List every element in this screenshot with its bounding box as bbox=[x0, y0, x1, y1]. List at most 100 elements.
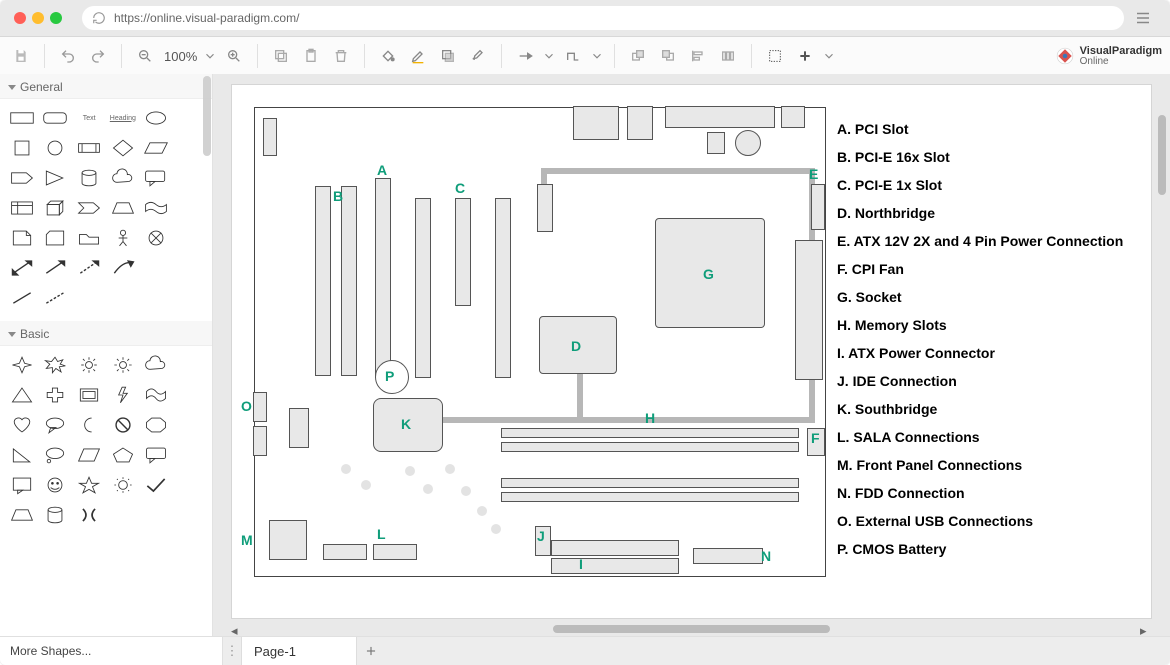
shape-blank18[interactable] bbox=[141, 502, 173, 528]
shape-right-tri[interactable] bbox=[6, 442, 38, 468]
shape-blank13[interactable] bbox=[174, 382, 206, 408]
zoom-out-button[interactable] bbox=[132, 43, 158, 69]
waypoint-button[interactable] bbox=[560, 43, 586, 69]
shape-octagon[interactable] bbox=[141, 412, 173, 438]
add-dropdown[interactable] bbox=[822, 43, 836, 69]
page-tab-1[interactable]: Page-1 bbox=[242, 637, 357, 665]
comp-top-circle[interactable] bbox=[735, 130, 761, 156]
shape-trapezoid[interactable] bbox=[107, 195, 139, 221]
shape-flow[interactable] bbox=[141, 382, 173, 408]
shape-text[interactable]: Text bbox=[73, 105, 105, 131]
stroke-button[interactable] bbox=[405, 43, 431, 69]
category-general[interactable]: General bbox=[0, 74, 212, 99]
motherboard-outline[interactable]: A B C D E F G H I J K L M N O bbox=[254, 107, 826, 577]
style-button[interactable] bbox=[465, 43, 491, 69]
shadow-button[interactable] bbox=[435, 43, 461, 69]
shape-folder[interactable] bbox=[73, 225, 105, 251]
shape-triangle[interactable] bbox=[40, 165, 72, 191]
sala-2[interactable] bbox=[373, 544, 417, 560]
shape-smiley[interactable] bbox=[40, 472, 72, 498]
select-button[interactable] bbox=[762, 43, 788, 69]
slot-3[interactable] bbox=[375, 178, 391, 378]
shape-card[interactable] bbox=[40, 225, 72, 251]
shape-blank16[interactable] bbox=[174, 472, 206, 498]
shape-diamond[interactable] bbox=[107, 135, 139, 161]
v-scrollbar-thumb[interactable] bbox=[1158, 115, 1166, 195]
fdd[interactable] bbox=[693, 548, 763, 564]
shape-burst[interactable] bbox=[40, 352, 72, 378]
shape-blank5[interactable] bbox=[174, 225, 206, 251]
save-button[interactable] bbox=[8, 43, 34, 69]
tab-drag-handle[interactable]: ⋮ bbox=[223, 637, 242, 665]
shape-callout[interactable] bbox=[141, 165, 173, 191]
shape-blank11[interactable] bbox=[174, 285, 206, 311]
shape-pentagon[interactable] bbox=[107, 442, 139, 468]
shape-blank7[interactable] bbox=[174, 255, 206, 281]
mem-2[interactable] bbox=[501, 442, 799, 452]
shape-cloud2[interactable] bbox=[141, 352, 173, 378]
shape-no[interactable] bbox=[107, 412, 139, 438]
delete-button[interactable] bbox=[328, 43, 354, 69]
shape-heading[interactable]: Heading bbox=[107, 105, 139, 131]
horizontal-scrollbar[interactable]: ◂ ▸ bbox=[231, 623, 1152, 635]
front-button[interactable] bbox=[625, 43, 651, 69]
comp-top-4[interactable] bbox=[781, 106, 805, 128]
shape-cylinder[interactable] bbox=[73, 165, 105, 191]
shape-trap2[interactable] bbox=[6, 502, 38, 528]
shape-round-rect[interactable] bbox=[40, 105, 72, 131]
shape-star4[interactable] bbox=[6, 352, 38, 378]
window-maximize-button[interactable] bbox=[50, 12, 62, 24]
copy-button[interactable] bbox=[268, 43, 294, 69]
mem-4[interactable] bbox=[501, 492, 799, 502]
shape-sun2[interactable] bbox=[107, 472, 139, 498]
shape-pentagon-arrow[interactable] bbox=[6, 165, 38, 191]
shape-callout2[interactable] bbox=[141, 442, 173, 468]
shape-triangle2[interactable] bbox=[6, 382, 38, 408]
shape-blank3[interactable] bbox=[174, 165, 206, 191]
comp-left-small[interactable] bbox=[289, 408, 309, 448]
shape-blank15[interactable] bbox=[174, 442, 206, 468]
mem-3[interactable] bbox=[501, 478, 799, 488]
zoom-level[interactable]: 100% bbox=[162, 49, 199, 64]
zoom-in-button[interactable] bbox=[221, 43, 247, 69]
ext-usb-1[interactable] bbox=[253, 392, 267, 422]
shape-dash-line[interactable] bbox=[40, 285, 72, 311]
shape-blank14[interactable] bbox=[174, 412, 206, 438]
shape-cyl2[interactable] bbox=[40, 502, 72, 528]
mem-1[interactable] bbox=[501, 428, 799, 438]
shape-blank4[interactable] bbox=[174, 195, 206, 221]
shape-table[interactable] bbox=[6, 195, 38, 221]
comp-top-3[interactable] bbox=[665, 106, 775, 128]
shape-plus[interactable] bbox=[40, 382, 72, 408]
shape-dash-arrow[interactable] bbox=[73, 255, 105, 281]
shape-blank8[interactable] bbox=[73, 285, 105, 311]
shape-frame[interactable] bbox=[73, 382, 105, 408]
redo-button[interactable] bbox=[85, 43, 111, 69]
sala-1[interactable] bbox=[323, 544, 367, 560]
hamburger-menu-button[interactable] bbox=[1130, 5, 1156, 31]
slot-4[interactable] bbox=[415, 198, 431, 378]
brand-logo[interactable]: VisualParadigm Online bbox=[1056, 46, 1162, 67]
comp-top-1[interactable] bbox=[573, 106, 619, 140]
shape-blank19[interactable] bbox=[174, 502, 206, 528]
window-close-button[interactable] bbox=[14, 12, 26, 24]
front-panel[interactable] bbox=[269, 520, 307, 560]
align-button[interactable] bbox=[685, 43, 711, 69]
shape-line[interactable] bbox=[6, 285, 38, 311]
paste-button[interactable] bbox=[298, 43, 324, 69]
scroll-right-arrow[interactable]: ▸ bbox=[1140, 623, 1152, 635]
url-bar[interactable]: https://online.visual-paradigm.com/ bbox=[82, 6, 1124, 30]
shape-blank10[interactable] bbox=[141, 285, 173, 311]
vertical-scrollbar[interactable] bbox=[1156, 84, 1168, 607]
waypoint-dropdown[interactable] bbox=[590, 43, 604, 69]
shape-tape[interactable] bbox=[141, 195, 173, 221]
comp-mid-small[interactable] bbox=[537, 184, 553, 232]
slot-2[interactable] bbox=[341, 186, 357, 376]
atx-power-2[interactable] bbox=[551, 558, 679, 574]
ext-usb-2[interactable] bbox=[253, 426, 267, 456]
shape-square[interactable] bbox=[6, 135, 38, 161]
atx12v[interactable] bbox=[811, 184, 825, 230]
shape-arrow[interactable] bbox=[40, 255, 72, 281]
shape-rect[interactable] bbox=[6, 105, 38, 131]
shape-heart[interactable] bbox=[6, 412, 38, 438]
